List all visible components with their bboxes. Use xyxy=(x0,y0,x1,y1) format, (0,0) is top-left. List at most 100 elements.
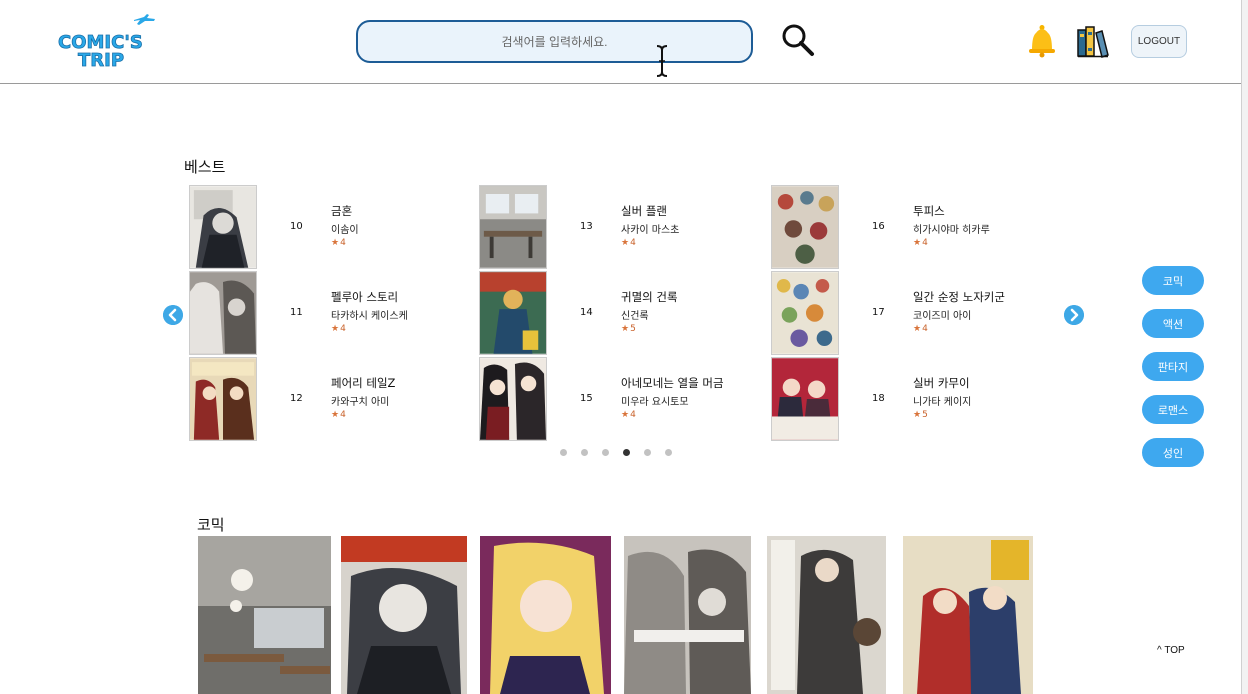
best-item-title: 일간 순정 노자키군 xyxy=(913,290,1005,304)
best-item-author: 히가시야마 히카루 xyxy=(913,225,990,236)
best-item-author: 신건록 xyxy=(621,311,649,322)
book-cover[interactable] xyxy=(771,357,839,441)
best-item-author: 니가타 케이지 xyxy=(913,397,972,408)
svg-text:TRIP: TRIP xyxy=(78,50,124,70)
comic-cover[interactable] xyxy=(624,536,751,694)
best-item-author: 코이즈미 아이 xyxy=(913,311,972,322)
star-icon: ★ xyxy=(331,410,340,420)
best-section-title: 베스트 xyxy=(184,159,226,176)
best-item-rating: ★4 xyxy=(331,324,346,334)
rating-value: 4 xyxy=(340,324,346,334)
best-rank: 12 xyxy=(290,393,303,404)
best-item-rating: ★4 xyxy=(621,238,636,248)
best-item-rating: ★4 xyxy=(621,410,636,420)
star-icon: ★ xyxy=(331,324,340,334)
genre-button-fantasy[interactable]: 판타지 xyxy=(1142,352,1204,381)
best-item-title: 실버 플랜 xyxy=(621,204,667,218)
bookshelf-icon[interactable] xyxy=(1076,24,1110,58)
best-item-author: 카와구치 아미 xyxy=(331,397,390,408)
carousel-next-arrow-icon[interactable] xyxy=(1064,305,1084,325)
rating-value: 4 xyxy=(922,238,928,248)
star-icon: ★ xyxy=(621,324,630,334)
book-cover[interactable] xyxy=(479,271,547,355)
best-item-title: 아네모네는 열을 머금 xyxy=(621,376,724,390)
star-icon: ★ xyxy=(331,238,340,248)
rating-value: 4 xyxy=(340,410,346,420)
rating-value: 4 xyxy=(340,238,346,248)
bell-icon[interactable] xyxy=(1027,24,1057,58)
star-icon: ★ xyxy=(913,324,922,334)
best-item-rating: ★4 xyxy=(331,410,346,420)
carousel-dot[interactable] xyxy=(581,449,588,456)
carousel-dot[interactable] xyxy=(665,449,672,456)
comic-cover[interactable] xyxy=(198,536,331,694)
carousel-dot[interactable] xyxy=(602,449,609,456)
star-icon: ★ xyxy=(913,238,922,248)
best-rank: 14 xyxy=(580,307,593,318)
best-rank: 16 xyxy=(872,221,885,232)
best-rank: 11 xyxy=(290,307,303,318)
search-icon[interactable] xyxy=(780,22,816,58)
best-item[interactable]: 13 실버 플랜 사카이 마스초 ★4 xyxy=(479,185,739,271)
best-item-author: 타카하시 케이스케 xyxy=(331,311,408,322)
book-cover[interactable] xyxy=(771,271,839,355)
carousel-pagination xyxy=(560,449,672,457)
chevron-up-icon: ^ xyxy=(1157,645,1162,656)
genre-button-adult[interactable]: 성인 xyxy=(1142,438,1204,467)
best-item[interactable]: 11 펠루아 스토리 타카하시 케이스케 ★4 xyxy=(189,271,449,357)
best-rank: 15 xyxy=(580,393,593,404)
best-item-author: 이솜이 xyxy=(331,225,359,236)
genre-button-action[interactable]: 액션 xyxy=(1142,309,1204,338)
best-item-rating: ★4 xyxy=(913,324,928,334)
comic-section-title: 코믹 xyxy=(197,517,225,534)
best-item[interactable]: 16 투피스 히가시야마 히카루 ★4 xyxy=(771,185,1031,271)
comic-cover[interactable] xyxy=(767,536,886,694)
logout-button[interactable]: LOGOUT xyxy=(1131,25,1187,58)
best-item-title: 투피스 xyxy=(913,204,945,218)
best-item-rating: ★4 xyxy=(913,238,928,248)
rating-value: 4 xyxy=(922,324,928,334)
best-item-title: 실버 카무이 xyxy=(913,376,970,390)
best-item-title: 펠루아 스토리 xyxy=(331,290,399,304)
best-item-title: 금혼 xyxy=(331,204,353,218)
back-to-top-button[interactable]: ^ TOP xyxy=(1157,645,1185,656)
carousel-dot-active[interactable] xyxy=(623,449,630,456)
rating-value: 4 xyxy=(630,238,636,248)
best-item[interactable]: 17 일간 순정 노자키군 코이즈미 아이 ★4 xyxy=(771,271,1031,357)
search-input[interactable] xyxy=(356,20,753,63)
best-item[interactable]: 14 귀멸의 건록 신건록 ★5 xyxy=(479,271,739,357)
comic-cover[interactable] xyxy=(480,536,611,694)
best-rank: 13 xyxy=(580,221,593,232)
comic-cover[interactable] xyxy=(903,536,1033,694)
best-item[interactable]: 12 페어리 테일Z 카와구치 아미 ★4 xyxy=(189,357,449,443)
book-cover[interactable] xyxy=(189,185,257,269)
best-item[interactable]: 15 아네모네는 열을 머금 미우라 요시토모 ★4 xyxy=(479,357,739,443)
best-rank: 17 xyxy=(872,307,885,318)
comic-cover[interactable] xyxy=(341,536,467,694)
star-icon: ★ xyxy=(621,410,630,420)
top-label: TOP xyxy=(1164,645,1185,656)
best-item[interactable]: 18 실버 카무이 니가타 케이지 ★5 xyxy=(771,357,1031,443)
carousel-dot[interactable] xyxy=(644,449,651,456)
comics-trip-logo[interactable]: COMIC'S TRIP xyxy=(56,14,156,70)
window-edge xyxy=(1241,0,1248,694)
genre-button-comic[interactable]: 코믹 xyxy=(1142,266,1204,295)
carousel-prev-arrow-icon[interactable] xyxy=(163,305,183,325)
header: COMIC'S TRIP LOGOUT xyxy=(0,0,1241,84)
book-cover[interactable] xyxy=(479,357,547,441)
best-item-title: 귀멸의 건록 xyxy=(621,290,678,304)
book-cover[interactable] xyxy=(479,185,547,269)
best-rank: 18 xyxy=(872,393,885,404)
text-cursor-icon xyxy=(656,45,668,77)
best-item-rating: ★4 xyxy=(331,238,346,248)
page: COMIC'S TRIP LOGOUT xyxy=(0,0,1248,694)
genre-button-romance[interactable]: 로맨스 xyxy=(1142,395,1204,424)
rating-value: 4 xyxy=(630,410,636,420)
carousel-dot[interactable] xyxy=(560,449,567,456)
book-cover[interactable] xyxy=(771,185,839,269)
best-rank: 10 xyxy=(290,221,303,232)
book-cover[interactable] xyxy=(189,271,257,355)
star-icon: ★ xyxy=(913,410,922,420)
book-cover[interactable] xyxy=(189,357,257,441)
best-item[interactable]: 10 금혼 이솜이 ★4 xyxy=(189,185,449,271)
